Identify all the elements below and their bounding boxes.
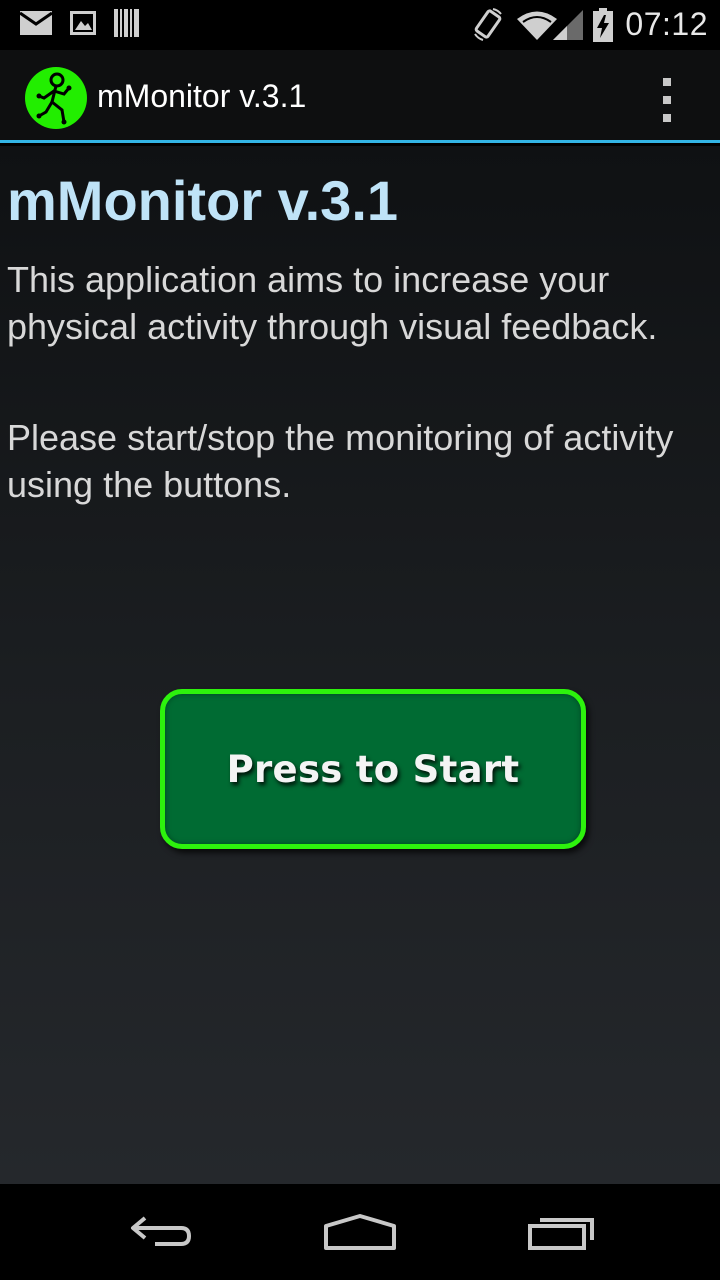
rotation-icon [473,7,503,42]
page-heading: mMonitor v.3.1 [7,169,399,232]
gallery-icon [70,11,96,35]
action-bar-title: mMonitor v.3.1 [97,78,307,114]
back-icon[interactable] [112,1206,208,1258]
overflow-menu-icon[interactable] [654,78,680,122]
wifi-icon [517,10,558,40]
screen: 07:12 mMonitor v.3.1 mMonitor v.3.1 This… [0,0,720,1280]
start-button[interactable]: Press to Start [160,689,586,849]
start-button-label: Press to Start [226,747,520,791]
navigation-bar [0,1184,720,1280]
action-bar: mMonitor v.3.1 [0,50,720,143]
menu-dot [663,78,671,86]
signal-icon [553,9,584,40]
barcode-icon [114,9,140,37]
running-man-icon[interactable] [24,66,88,130]
home-icon[interactable] [312,1206,408,1258]
instruction-text: Please start/stop the monitoring of acti… [7,417,674,505]
recent-apps-icon[interactable] [514,1206,610,1258]
menu-dot [663,114,671,122]
main-content: mMonitor v.3.1 This application aims to … [0,146,720,1184]
status-bar: 07:12 [0,0,720,50]
status-clock: 07:12 [625,6,708,42]
battery-charging-icon [593,7,614,42]
intro-text: This application aims to increase your p… [7,259,658,347]
menu-dot [663,96,671,104]
email-icon [20,11,52,35]
